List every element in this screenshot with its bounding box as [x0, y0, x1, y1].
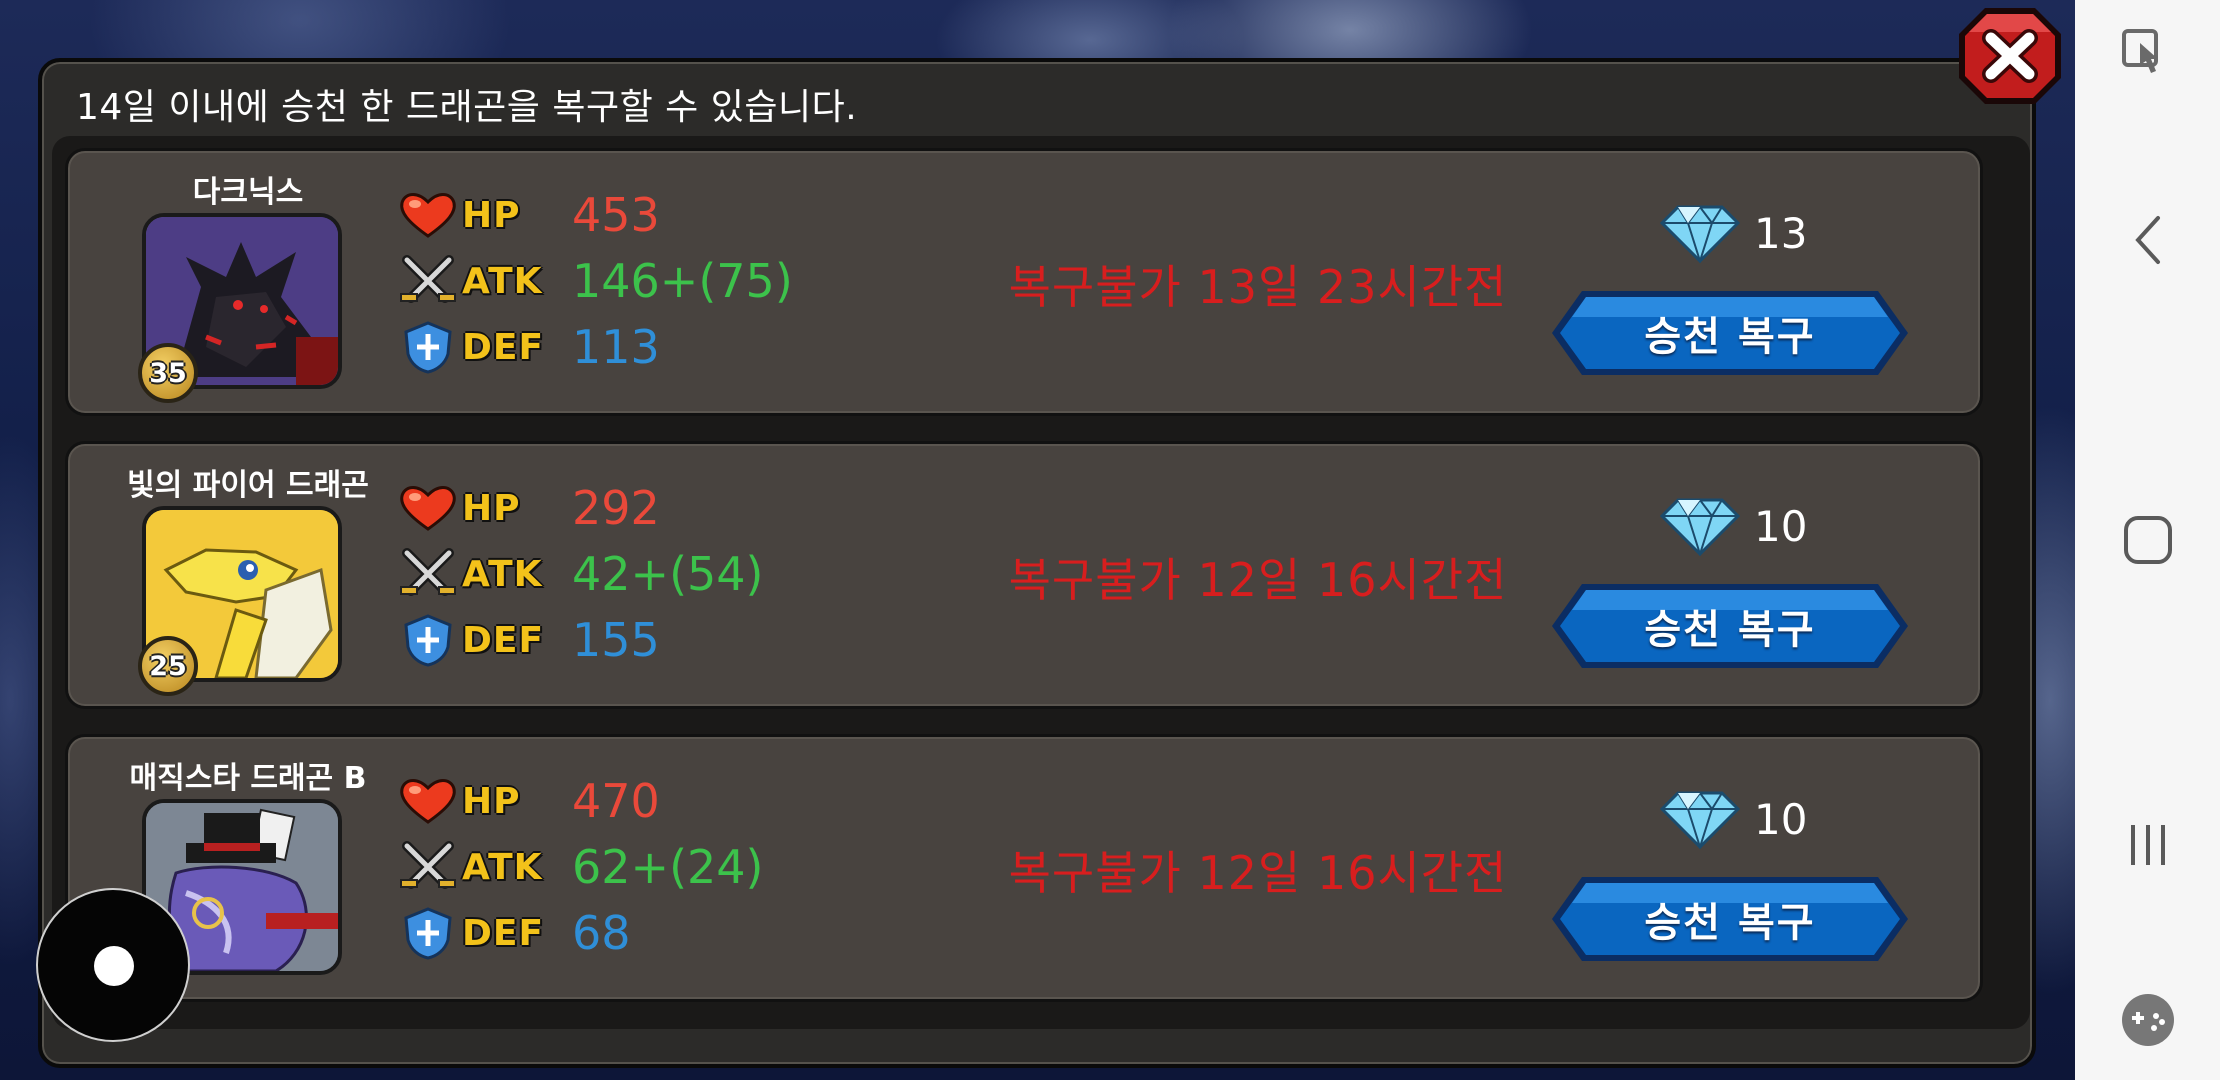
diamond-icon: [1659, 205, 1741, 263]
cost-value: 10: [1754, 501, 1808, 551]
screen-touch-lock-icon[interactable]: [2075, 20, 2220, 90]
hp-row: HP 292: [396, 478, 660, 538]
hp-row: HP 470: [396, 771, 660, 831]
dragon-card: 빛의 파이어 드래곤 25 HP 292 ATK 42+(54) DEF 155…: [65, 441, 1983, 709]
def-value: 155: [572, 613, 660, 667]
atk-row: ATK 146+(75): [396, 251, 793, 311]
atk-label: ATK: [462, 553, 543, 595]
joystick-knob[interactable]: [94, 946, 134, 986]
diamond-icon: [1659, 498, 1741, 556]
hp-label: HP: [462, 487, 521, 529]
dragon-name: 다크닉스: [192, 175, 304, 210]
restore-timer: 복구불가 13일 23시간전: [1008, 260, 1508, 314]
atk-row: ATK 62+(24): [396, 837, 764, 897]
hp-value: 292: [572, 481, 660, 535]
atk-row: ATK 42+(54): [396, 544, 764, 604]
atk-label: ATK: [462, 846, 543, 888]
home-icon[interactable]: [2075, 505, 2220, 575]
close-button[interactable]: [1955, 4, 2065, 108]
dragon-name: 매직스타 드래곤 B: [129, 761, 367, 796]
level-badge: 35: [138, 343, 198, 403]
def-value: 68: [572, 906, 631, 960]
ascension-restore-button[interactable]: 승천 복구: [1548, 873, 1912, 965]
crossed-swords-icon: [396, 253, 460, 309]
shield-icon: [396, 319, 460, 375]
ascension-restore-button[interactable]: 승천 복구: [1548, 580, 1912, 672]
def-row: DEF 68: [396, 903, 631, 963]
dragon-name: 빛의 파이어 드래곤: [127, 468, 369, 503]
crossed-swords-icon: [396, 839, 460, 895]
ascension-restore-button[interactable]: 승천 복구: [1548, 287, 1912, 379]
heart-icon: [396, 773, 460, 829]
restore-timer: 복구불가 12일 16시간전: [1008, 553, 1508, 607]
def-row: DEF 113: [396, 317, 660, 377]
restore-button-label: 승천 복구: [1644, 900, 1816, 946]
def-label: DEF: [462, 912, 545, 954]
hp-label: HP: [462, 194, 521, 236]
system-nav-bar: [2075, 0, 2220, 1080]
back-icon[interactable]: [2075, 205, 2220, 275]
level-badge: 25: [138, 636, 198, 696]
def-label: DEF: [462, 619, 545, 661]
def-value: 113: [572, 320, 660, 374]
shield-icon: [396, 612, 460, 668]
floating-joystick[interactable]: [36, 888, 190, 1042]
cost-value: 13: [1754, 208, 1808, 258]
atk-value: 62+(24): [572, 840, 764, 894]
hp-value: 470: [572, 774, 660, 828]
diamond-icon: [1659, 791, 1741, 849]
hp-label: HP: [462, 780, 521, 822]
restore-timer: 복구불가 12일 16시간전: [1008, 846, 1508, 900]
def-row: DEF 155: [396, 610, 660, 670]
atk-value: 146+(75): [572, 254, 793, 308]
heart-icon: [396, 480, 460, 536]
def-label: DEF: [462, 326, 545, 368]
cost: 13: [1658, 203, 1807, 263]
dialog-header: 14일 이내에 승천 한 드래곤을 복구할 수 있습니다.: [76, 87, 858, 128]
cost: 10: [1658, 496, 1807, 556]
heart-icon: [396, 187, 460, 243]
game-tools-icon[interactable]: [2075, 985, 2220, 1055]
cost-value: 10: [1754, 794, 1808, 844]
atk-value: 42+(54): [572, 547, 764, 601]
close-x-icon: [1959, 8, 2061, 104]
shield-icon: [396, 905, 460, 961]
atk-label: ATK: [462, 260, 543, 302]
dragon-card: 매직스타 드래곤 B HP 470 ATK 62+(24) DEF 68 복구불…: [65, 734, 1983, 1002]
restore-button-label: 승천 복구: [1644, 314, 1816, 360]
restore-button-label: 승천 복구: [1644, 607, 1816, 653]
hp-row: HP 453: [396, 185, 660, 245]
cost: 10: [1658, 789, 1807, 849]
hp-value: 453: [572, 188, 660, 242]
dragon-card: 다크닉스 35 HP 453 ATK 146+(75) DEF 113 복구불가…: [65, 148, 1983, 416]
crossed-swords-icon: [396, 546, 460, 602]
recent-apps-icon[interactable]: [2075, 810, 2220, 880]
